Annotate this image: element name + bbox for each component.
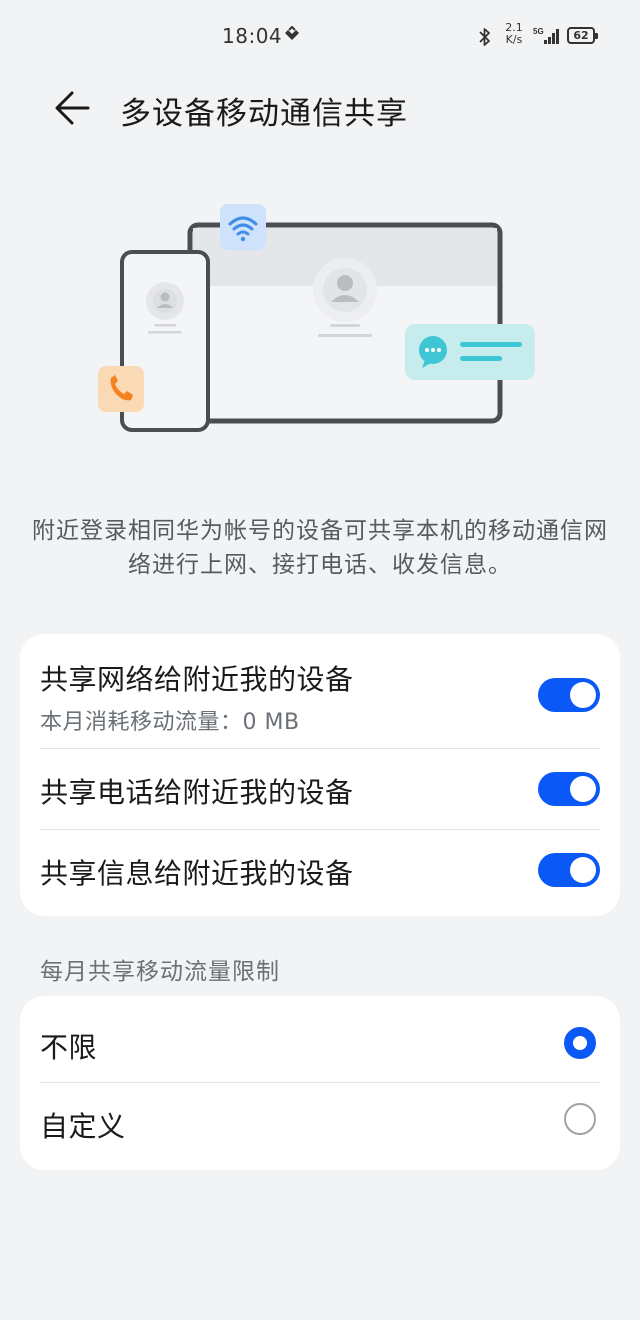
share-settings-card: 共享网络给附近我的设备 本月消耗移动流量：0 MB 共享电话给附近我的设备 共享…	[20, 634, 620, 916]
battery-level: 62	[573, 29, 589, 42]
limit-option-custom-label: 自定义	[40, 1110, 126, 1143]
share-network-title: 共享网络给附近我的设备	[40, 663, 354, 696]
limit-option-unlimited-label: 不限	[40, 1031, 98, 1064]
status-bar: 18:04 2.1 K/s 5G 62	[0, 0, 640, 70]
battery-indicator: 62	[567, 27, 598, 44]
radio-custom[interactable]	[564, 1103, 596, 1135]
signal-icon: 5G	[533, 27, 559, 44]
feature-description: 附近登录相同华为帐号的设备可共享本机的移动通信网络进行上网、接打电话、收发信息。	[32, 518, 608, 578]
status-time: 18:04	[222, 24, 283, 48]
limit-option-custom[interactable]: 自定义	[40, 1083, 600, 1170]
share-network-row[interactable]: 共享网络给附近我的设备 本月消耗移动流量：0 MB	[40, 634, 600, 748]
toggle-knob	[570, 776, 596, 802]
toggle-knob	[570, 857, 596, 883]
back-arrow-icon	[55, 91, 90, 125]
share-call-row[interactable]: 共享电话给附近我的设备	[40, 749, 600, 829]
share-call-toggle[interactable]	[538, 772, 600, 806]
data-limit-section-header: 每月共享移动流量限制	[40, 959, 280, 985]
phone-call-icon	[98, 366, 144, 412]
limit-option-unlimited[interactable]: 不限	[40, 996, 600, 1082]
back-button[interactable]	[44, 82, 100, 134]
wifi-icon	[220, 204, 266, 250]
share-message-title: 共享信息给附近我的设备	[40, 857, 354, 890]
tablet-illustration	[187, 222, 503, 424]
network-type: 5G	[533, 27, 544, 36]
header: 多设备移动通信共享	[0, 70, 640, 146]
share-call-title: 共享电话给附近我的设备	[40, 776, 354, 809]
toggle-knob	[570, 682, 596, 708]
network-speed: 2.1 K/s	[502, 22, 526, 46]
message-icon	[405, 324, 535, 380]
page-title: 多设备移动通信共享	[120, 96, 408, 132]
share-message-toggle[interactable]	[538, 853, 600, 887]
multi-device-illustration	[98, 204, 535, 432]
share-network-toggle[interactable]	[538, 678, 600, 712]
network-speed-unit: K/s	[505, 33, 523, 46]
wireless-projection-icon	[285, 26, 299, 40]
bluetooth-icon	[479, 28, 490, 46]
share-message-row[interactable]: 共享信息给附近我的设备	[40, 830, 600, 916]
data-usage-subtitle: 本月消耗移动流量：0 MB	[40, 710, 300, 735]
radio-unlimited[interactable]	[564, 1027, 596, 1059]
data-limit-card: 不限 自定义	[20, 996, 620, 1170]
